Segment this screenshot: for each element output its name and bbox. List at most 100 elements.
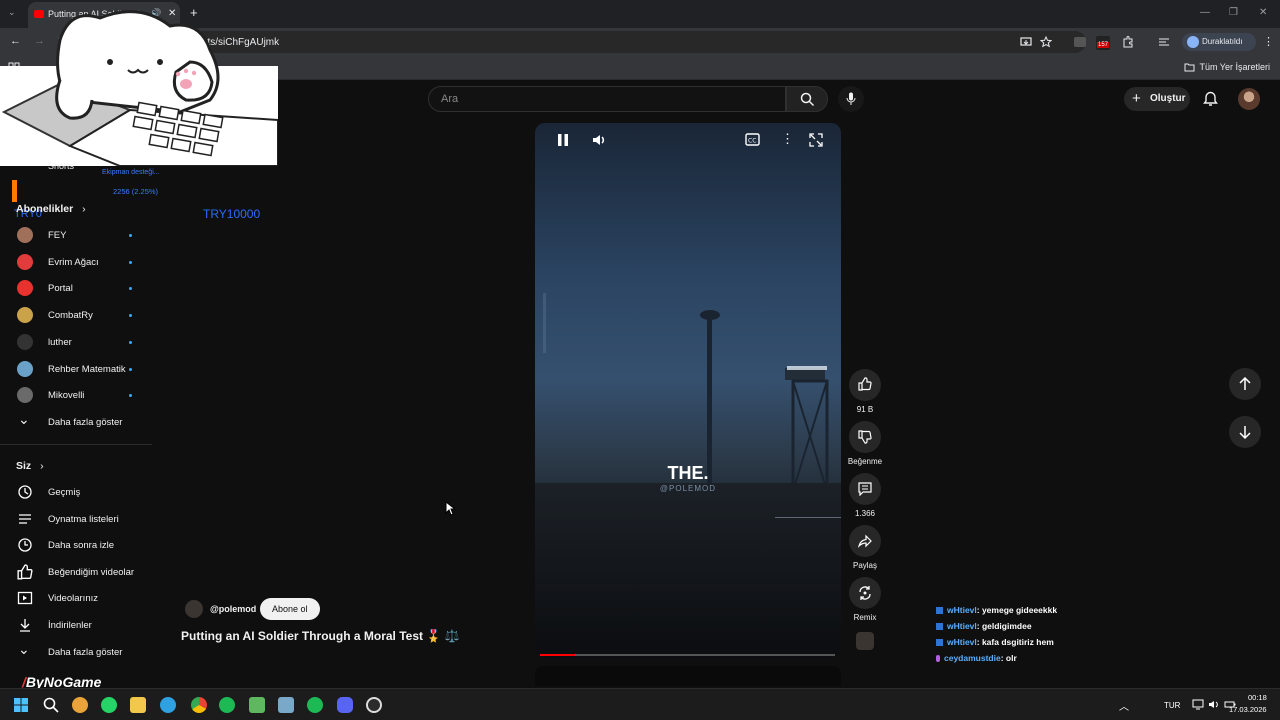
subscription-item[interactable]: Rehber Matematik xyxy=(0,356,152,382)
search-input[interactable]: Ara xyxy=(428,86,786,112)
next-short-button[interactable] xyxy=(1229,416,1261,448)
app-icon-1[interactable] xyxy=(72,697,88,713)
mouse-cursor-icon xyxy=(445,501,455,516)
channel-avatar[interactable] xyxy=(185,600,203,618)
pause-icon[interactable] xyxy=(557,133,569,147)
channel-avatar-icon xyxy=(17,333,33,350)
whatsapp-icon[interactable] xyxy=(101,697,117,713)
shorts-video-player[interactable]: THE. @POLEMOD CC ⋮ xyxy=(535,123,841,658)
svg-text:CC: CC xyxy=(748,138,756,145)
subscriptions-heading[interactable]: Abonelikler › xyxy=(16,203,86,215)
chevron-down-icon: ⌄ xyxy=(18,641,30,657)
app-icon-3[interactable] xyxy=(278,697,294,713)
subscription-item[interactable]: FEY xyxy=(0,222,152,248)
volume-icon[interactable] xyxy=(591,132,607,148)
library-item[interactable]: Oynatma listeleri xyxy=(0,506,152,532)
library-item[interactable]: Daha sonra izle xyxy=(0,532,152,558)
search-placeholder: Ara xyxy=(441,93,459,105)
remix-button[interactable] xyxy=(849,577,881,609)
notifications-bell-icon[interactable] xyxy=(1203,91,1218,107)
fullscreen-icon[interactable] xyxy=(809,133,823,147)
subscription-label: FEY xyxy=(48,230,67,241)
all-bookmarks-button[interactable]: Tüm Yer İşaretleri xyxy=(1184,62,1270,72)
more-options-icon[interactable]: ⋮ xyxy=(781,131,794,147)
language-indicator[interactable]: TUR xyxy=(1164,701,1180,710)
windows-start-icon[interactable] xyxy=(13,697,29,713)
channel-avatar-icon xyxy=(17,280,33,297)
bookmark-star-icon[interactable] xyxy=(1040,36,1052,48)
remix-label: Remix xyxy=(853,613,877,622)
tab-search-icon[interactable] xyxy=(1158,36,1170,48)
chrome-menu-icon[interactable]: ⋮ xyxy=(1263,35,1274,48)
video-progress-track[interactable] xyxy=(540,654,835,656)
profile-label: Duraklatıldı xyxy=(1202,37,1243,46)
spotify-icon[interactable] xyxy=(219,697,235,713)
library-item[interactable]: İndirilenler xyxy=(0,612,152,638)
search-icon xyxy=(800,92,815,107)
sound-thumbnail[interactable] xyxy=(856,632,874,650)
show-more-subscriptions[interactable]: ⌄ Daha fazla göster xyxy=(0,409,152,435)
video-icon xyxy=(17,590,33,606)
chat-text: : geldigimdee xyxy=(976,621,1032,631)
chat-username: wHtievl xyxy=(947,621,977,631)
channel-avatar-icon xyxy=(17,387,33,404)
clock-time[interactable]: 00:18 xyxy=(1248,693,1267,702)
subscription-item[interactable]: Portal xyxy=(0,275,152,301)
file-explorer-icon[interactable] xyxy=(130,697,146,713)
new-content-dot xyxy=(129,260,132,264)
channel-name[interactable]: @polemod xyxy=(210,604,256,614)
subscription-item[interactable]: CombatRy xyxy=(0,302,152,328)
extension-badge[interactable]: 157 xyxy=(1096,36,1110,50)
volume-icon[interactable] xyxy=(1208,699,1220,710)
network-icon[interactable] xyxy=(1192,699,1204,710)
comments-button[interactable] xyxy=(849,473,881,505)
you-title: Siz xyxy=(16,460,32,472)
subscription-item[interactable]: Mikovelli xyxy=(0,382,152,408)
edge-icon[interactable] xyxy=(160,697,176,713)
captions-icon[interactable]: CC xyxy=(745,133,760,146)
dislike-button[interactable] xyxy=(849,421,881,453)
library-item[interactable]: Videolarınız xyxy=(0,585,152,611)
all-bookmarks-label: Tüm Yer İşaretleri xyxy=(1199,62,1270,72)
extension-badge-count: 157 xyxy=(1097,42,1110,48)
like-button[interactable] xyxy=(849,369,881,401)
comment-count: 1.366 xyxy=(854,509,876,518)
plus-icon: + xyxy=(1132,90,1141,107)
minimize-button[interactable]: — xyxy=(1200,7,1210,18)
chrome-icon[interactable] xyxy=(191,697,207,713)
extension-icon[interactable] xyxy=(1074,37,1086,47)
tray-overflow-icon[interactable]: ︿ xyxy=(1119,698,1129,713)
library-item[interactable]: Geçmiş xyxy=(0,479,152,505)
chat-message: wHtievl: geldigimdee xyxy=(936,621,1032,631)
account-avatar[interactable] xyxy=(1238,88,1260,110)
voice-search-button[interactable] xyxy=(838,86,864,112)
maximize-button[interactable]: ❐ xyxy=(1229,7,1238,18)
close-window-button[interactable]: ✕ xyxy=(1259,7,1267,18)
microphone-icon xyxy=(846,92,856,105)
extensions-puzzle-icon[interactable] xyxy=(1122,36,1134,48)
subscribe-button[interactable]: Abone ol xyxy=(260,598,320,620)
show-more-label: Daha fazla göster xyxy=(48,647,123,658)
subscription-item[interactable]: Evrim Ağacı xyxy=(0,249,152,275)
clock-date[interactable]: 17.03.2026 xyxy=(1229,705,1267,714)
next-video-preview[interactable] xyxy=(535,666,841,686)
create-button[interactable]: + Oluştur xyxy=(1124,87,1190,111)
library-item[interactable]: Beğendiğim videolar xyxy=(0,559,152,585)
obs-icon[interactable] xyxy=(366,697,382,713)
discord-icon[interactable] xyxy=(337,697,353,713)
spotify-icon-2[interactable] xyxy=(307,697,323,713)
channel-avatar-icon xyxy=(17,307,33,324)
thumbs-up-icon xyxy=(17,564,33,580)
subscription-item[interactable]: luther xyxy=(0,329,152,355)
profile-button[interactable]: Duraklatıldı xyxy=(1182,33,1256,51)
install-app-icon[interactable] xyxy=(1020,36,1032,48)
you-heading[interactable]: Siz › xyxy=(16,460,44,472)
app-icon-2[interactable] xyxy=(249,697,265,713)
share-button[interactable] xyxy=(849,525,881,557)
search-icon[interactable] xyxy=(43,697,59,713)
search-button[interactable] xyxy=(786,86,828,112)
donation-goal-text: Ekipman desteği... xyxy=(102,169,160,176)
show-more-library[interactable]: ⌄ Daha fazla göster xyxy=(0,639,152,665)
chat-text: : yemege gideeekkk xyxy=(976,605,1058,615)
previous-short-button[interactable] xyxy=(1229,368,1261,400)
